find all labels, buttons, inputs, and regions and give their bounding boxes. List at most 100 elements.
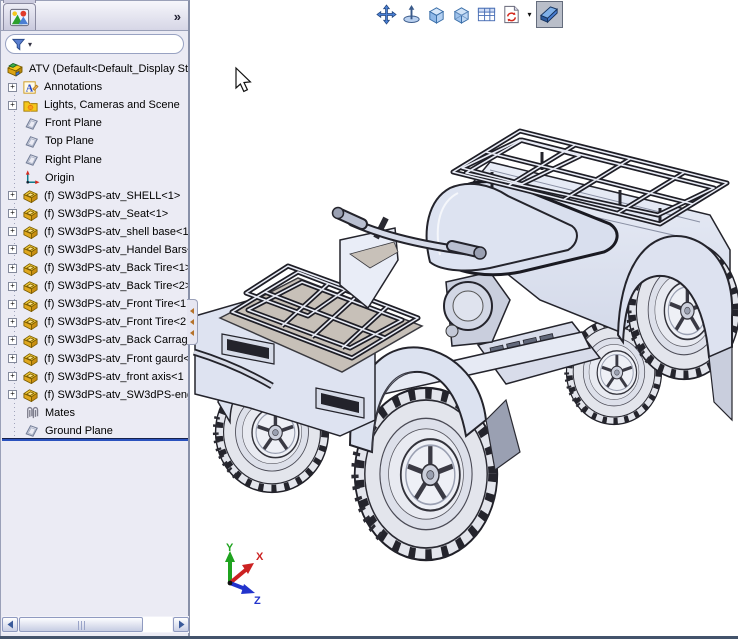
scroll-right-button[interactable] bbox=[173, 617, 189, 632]
tree-item-label: Lights, Cameras and Scene bbox=[44, 99, 180, 111]
mouse-cursor bbox=[236, 68, 250, 91]
tree-item[interactable]: + (f) SW3dPS-atv_Front gaurd< bbox=[1, 350, 188, 368]
feature-manager-panel: » ▾ ATV (Default<Default_Display St + An… bbox=[0, 0, 190, 636]
scrollbar-track[interactable] bbox=[19, 617, 172, 632]
tree-item-label: Right Plane bbox=[45, 154, 102, 166]
expand-toggle-icon[interactable]: + bbox=[8, 354, 17, 363]
expand-toggle-icon[interactable]: + bbox=[8, 336, 17, 345]
tb-sheet-icon bbox=[501, 4, 522, 25]
view-toolbar: ▾ bbox=[374, 1, 563, 28]
panel-overflow-chevron[interactable]: » bbox=[174, 9, 185, 30]
pan-button[interactable] bbox=[374, 3, 398, 27]
shaded-with-edges-button[interactable] bbox=[536, 1, 563, 28]
view-cube-a-button[interactable] bbox=[424, 3, 448, 27]
mates-icon bbox=[23, 404, 40, 421]
scroll-left-button[interactable] bbox=[2, 617, 18, 632]
tree-item-label: (f) SW3dPS-atv_SW3dPS-eng bbox=[44, 389, 188, 401]
part-icon bbox=[22, 205, 39, 222]
tree-item[interactable]: + (f) SW3dPS-atv_Back Carrage bbox=[1, 331, 188, 349]
tree-item-label: (f) SW3dPS-atv_Front Tire<2 bbox=[44, 316, 186, 328]
expand-toggle-icon[interactable]: + bbox=[8, 83, 17, 92]
tb-cube2-icon bbox=[451, 4, 472, 25]
tab-config-icon bbox=[8, 0, 31, 2]
tree-filter-input[interactable]: ▾ bbox=[5, 34, 184, 54]
panel-collapse-handle[interactable] bbox=[187, 299, 198, 345]
view-cube-b-button[interactable] bbox=[449, 3, 473, 27]
tree-item[interactable]: ATV (Default<Default_Display St bbox=[1, 60, 188, 78]
part-icon bbox=[22, 350, 39, 367]
front-console[interactable] bbox=[340, 228, 398, 308]
tree-item[interactable]: Front Plane bbox=[1, 114, 188, 132]
tree-item[interactable]: + (f) SW3dPS-atv_Back Tire<1> bbox=[1, 259, 188, 277]
expand-toggle-icon[interactable]: + bbox=[8, 227, 17, 236]
plane-icon bbox=[23, 422, 40, 439]
feature-tree: ATV (Default<Default_Display St + Annota… bbox=[1, 57, 188, 440]
tree-item-label: (f) SW3dPS-atv_Front Tire<1 bbox=[44, 298, 186, 310]
triad-x-label: X bbox=[256, 551, 264, 563]
scrollbar-thumb[interactable] bbox=[19, 617, 143, 632]
filter-dropdown-caret[interactable]: ▾ bbox=[28, 40, 32, 49]
tree-item-label: (f) SW3dPS-atv_shell base<1 bbox=[44, 226, 188, 238]
update-sheet-button[interactable] bbox=[499, 3, 523, 27]
part-icon bbox=[22, 241, 39, 258]
displaymanager-tab[interactable] bbox=[3, 3, 36, 30]
tree-item-label: (f) SW3dPS-atv_Back Carrage bbox=[44, 334, 188, 346]
expand-toggle-icon[interactable]: + bbox=[8, 390, 17, 399]
part-icon bbox=[22, 332, 39, 349]
part-icon bbox=[22, 260, 39, 277]
expand-toggle-icon[interactable]: + bbox=[8, 209, 17, 218]
viewport-layout-button[interactable] bbox=[474, 3, 498, 27]
tree-item[interactable]: Mates bbox=[1, 404, 188, 422]
tree-item[interactable]: + Lights, Cameras and Scene bbox=[1, 96, 188, 114]
tree-item-label: Top Plane bbox=[45, 135, 94, 147]
tree-item[interactable]: + (f) SW3dPS-atv_shell base<1 bbox=[1, 223, 188, 241]
tree-item-label: Mates bbox=[45, 407, 75, 419]
tree-item[interactable]: Top Plane bbox=[1, 132, 188, 150]
tree-item-label: (f) SW3dPS-atv_Back Tire<1> bbox=[44, 262, 188, 274]
tree-item[interactable]: + (f) SW3dPS-atv_SW3dPS-eng bbox=[1, 386, 188, 404]
tree-item-label: (f) SW3dPS-atv_Front gaurd< bbox=[44, 353, 188, 365]
tree-item[interactable]: + (f) SW3dPS-atv_Back Tire<2> bbox=[1, 277, 188, 295]
atv-model[interactable]: Y X Z bbox=[190, 0, 738, 620]
tree-item[interactable]: + (f) SW3dPS-atv_Front Tire<2 bbox=[1, 313, 188, 331]
panel-horizontal-scrollbar bbox=[2, 616, 189, 633]
expand-toggle-icon[interactable]: + bbox=[8, 318, 17, 327]
tree-item[interactable]: + (f) SW3dPS-atv_front axis<1 bbox=[1, 368, 188, 386]
part-icon bbox=[22, 386, 39, 403]
graphics-area[interactable]: Y X Z ▾ bbox=[192, 0, 738, 636]
tree-item[interactable]: Right Plane bbox=[1, 150, 188, 168]
orientation-triad: Y X Z bbox=[225, 542, 264, 607]
expand-toggle-icon[interactable]: + bbox=[8, 245, 17, 254]
part-icon bbox=[22, 314, 39, 331]
funnel-icon bbox=[12, 38, 25, 51]
scroll-left-icon bbox=[7, 620, 14, 629]
tb-pan-icon bbox=[376, 4, 397, 25]
panel-tab-bar: » bbox=[1, 1, 188, 31]
tree-item[interactable]: + (f) SW3dPS-atv_Seat<1> bbox=[1, 205, 188, 223]
tree-item[interactable]: Origin bbox=[1, 169, 188, 187]
expand-toggle-icon[interactable]: + bbox=[8, 264, 17, 273]
triad-y-label: Y bbox=[226, 542, 234, 554]
expand-toggle-icon[interactable]: + bbox=[8, 101, 17, 110]
expand-toggle-icon[interactable]: + bbox=[8, 300, 17, 309]
tree-item-label: (f) SW3dPS-atv_Seat<1> bbox=[44, 208, 168, 220]
plane-icon bbox=[23, 151, 40, 168]
tree-item[interactable]: + (f) SW3dPS-atv_Front Tire<1 bbox=[1, 295, 188, 313]
rotate-view-button[interactable] bbox=[399, 3, 423, 27]
tab-display-icon bbox=[8, 6, 31, 29]
tree-item-label: Front Plane bbox=[45, 117, 102, 129]
tree-item[interactable]: + Annotations bbox=[1, 78, 188, 96]
tb-cube-icon bbox=[426, 4, 447, 25]
part-icon bbox=[22, 223, 39, 240]
assembly-icon bbox=[6, 60, 24, 78]
expand-toggle-icon[interactable]: + bbox=[8, 282, 17, 291]
expand-toggle-icon[interactable]: + bbox=[8, 191, 17, 200]
update-sheet-dropdown-caret[interactable]: ▾ bbox=[524, 10, 535, 19]
triad-z-label: Z bbox=[254, 595, 261, 607]
expand-toggle-icon[interactable]: + bbox=[8, 372, 17, 381]
tree-item-label: (f) SW3dPS-atv_SHELL<1> bbox=[44, 190, 180, 202]
tree-item[interactable]: + (f) SW3dPS-atv_SHELL<1> bbox=[1, 187, 188, 205]
rollback-bar[interactable] bbox=[2, 438, 188, 441]
tree-item[interactable]: + (f) SW3dPS-atv_Handel Bars< bbox=[1, 241, 188, 259]
plane-icon bbox=[23, 133, 40, 150]
